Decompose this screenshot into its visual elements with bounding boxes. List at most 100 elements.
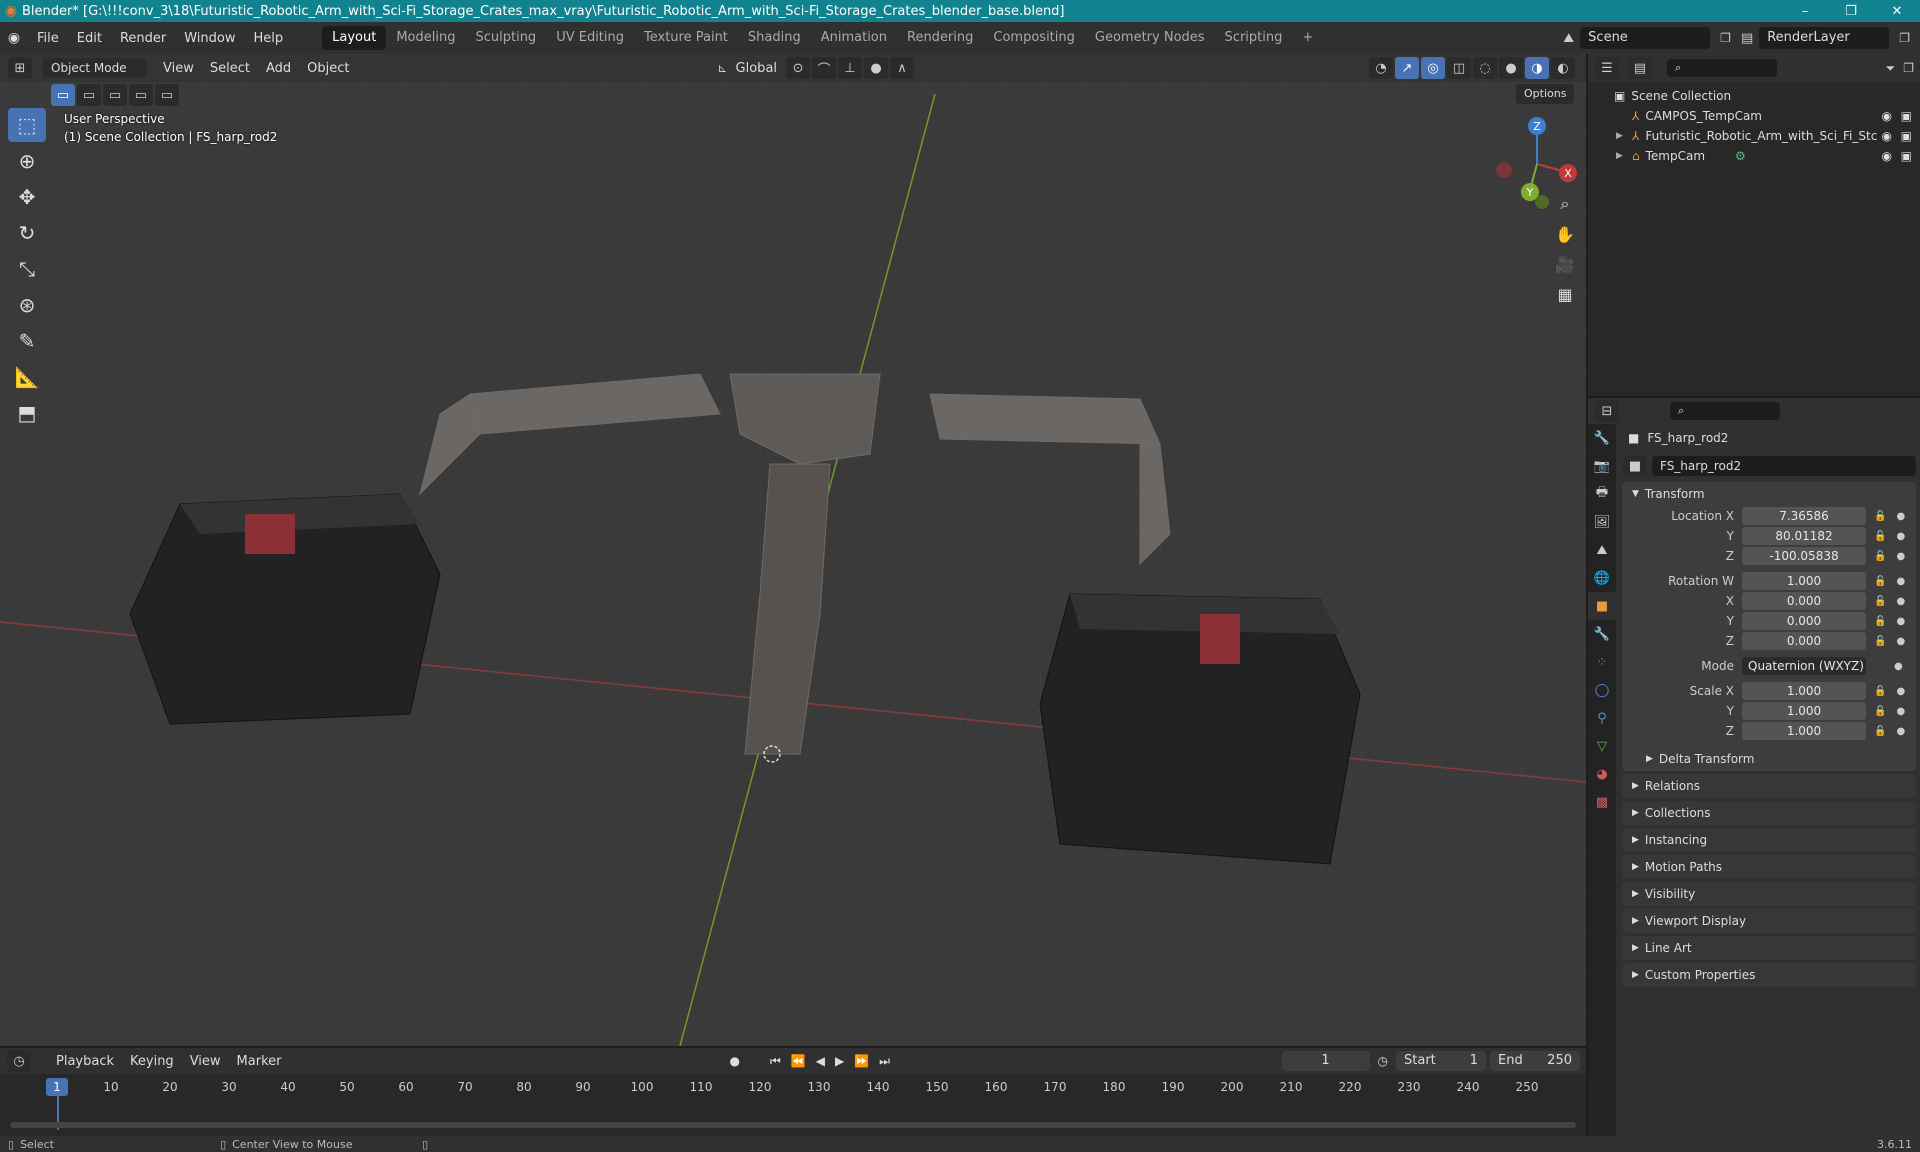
- outliner-search-input[interactable]: ⌕: [1667, 59, 1777, 77]
- scene-icon[interactable]: ⛰: [1563, 31, 1574, 46]
- keyframe-dot-icon[interactable]: ●: [1896, 551, 1905, 562]
- snap-target-icon[interactable]: ⊥: [838, 57, 863, 79]
- select-subtract-icon[interactable]: ▭: [103, 84, 127, 106]
- rotation-w-field[interactable]: 1.000: [1742, 572, 1866, 590]
- location-z-field[interactable]: -100.05838: [1742, 547, 1866, 565]
- move-icon[interactable]: ✥: [8, 180, 46, 214]
- scale-x-field[interactable]: 1.000: [1742, 682, 1866, 700]
- rendered-shading-icon[interactable]: ◐: [1551, 57, 1575, 79]
- menu-view[interactable]: View: [182, 1054, 229, 1069]
- lock-icon[interactable]: 🔓: [1874, 531, 1886, 542]
- texture-tab-icon[interactable]: ▩: [1588, 788, 1616, 816]
- pan-hand-icon[interactable]: ✋: [1550, 220, 1580, 248]
- close-button[interactable]: ✕: [1874, 0, 1920, 22]
- rotation-mode-dropdown[interactable]: Quaternion (WXYZ): [1742, 657, 1866, 675]
- menu-marker[interactable]: Marker: [229, 1054, 290, 1069]
- menu-playback[interactable]: Playback: [48, 1054, 122, 1069]
- tab-layout[interactable]: Layout: [322, 26, 387, 50]
- play-icon[interactable]: ▶: [835, 1054, 844, 1068]
- viewport-display-panel[interactable]: ▶ Viewport Display: [1622, 909, 1916, 933]
- keyframe-dot-icon[interactable]: ●: [1896, 511, 1905, 522]
- new-scene-icon[interactable]: ❐: [1720, 31, 1731, 45]
- select-intersect-icon[interactable]: ▭: [155, 84, 179, 106]
- options-dropdown[interactable]: Options: [1516, 84, 1575, 104]
- tab-compositing[interactable]: Compositing: [983, 26, 1085, 50]
- material-shading-icon[interactable]: ◑: [1525, 57, 1549, 79]
- scale-y-field[interactable]: 1.000: [1742, 702, 1866, 720]
- location-y-field[interactable]: 80.01182: [1742, 527, 1866, 545]
- outliner-editor-icon[interactable]: ☰: [1595, 57, 1619, 79]
- tab-rendering[interactable]: Rendering: [897, 26, 983, 50]
- menu-edit[interactable]: Edit: [68, 31, 111, 46]
- visibility-panel[interactable]: ▶ Visibility: [1622, 882, 1916, 906]
- location-x-field[interactable]: 7.36586: [1742, 507, 1866, 525]
- data-tab-icon[interactable]: ▽: [1588, 732, 1616, 760]
- menu-object[interactable]: Object: [299, 61, 357, 76]
- timeline-editor-icon[interactable]: ◷: [7, 1050, 31, 1072]
- render-camera-icon[interactable]: ▣: [1901, 149, 1912, 163]
- next-keyframe-icon[interactable]: ⏩: [854, 1054, 869, 1068]
- orientation-icon[interactable]: ⊾: [717, 61, 727, 75]
- tab-geometry-nodes[interactable]: Geometry Nodes: [1085, 26, 1215, 50]
- lock-icon[interactable]: 🔓: [1874, 706, 1886, 717]
- line-art-panel[interactable]: ▶ Line Art: [1622, 936, 1916, 960]
- object-tab-icon[interactable]: ■: [1588, 592, 1616, 620]
- delta-transform-header[interactable]: ▶ Delta Transform: [1622, 747, 1916, 771]
- view-layer-selector[interactable]: RenderLayer: [1759, 27, 1890, 49]
- view-layer-icon[interactable]: ▤: [1741, 31, 1753, 46]
- collections-panel[interactable]: ▶ Collections: [1622, 801, 1916, 825]
- rotation-x-field[interactable]: 0.000: [1742, 592, 1866, 610]
- menu-view[interactable]: View: [155, 61, 202, 76]
- lock-icon[interactable]: 🔓: [1874, 636, 1886, 647]
- outliner-row-robotic-arm[interactable]: ▶ ⅄ Futuristic_Robotic_Arm_with_Sci_Fi_S…: [1588, 126, 1920, 146]
- new-layer-icon[interactable]: ❐: [1899, 31, 1910, 45]
- preview-range-icon[interactable]: ◷: [1378, 1054, 1388, 1068]
- keyframe-dot-icon[interactable]: ●: [1896, 636, 1905, 647]
- minimize-button[interactable]: –: [1782, 0, 1828, 22]
- rotation-y-field[interactable]: 0.000: [1742, 612, 1866, 630]
- mode-selector[interactable]: Object Mode: [43, 58, 147, 78]
- annotate-icon[interactable]: ✎: [8, 324, 46, 358]
- transform-icon[interactable]: ⊛: [8, 288, 46, 322]
- end-frame-field[interactable]: End 250: [1490, 1051, 1580, 1071]
- add-cube-icon[interactable]: ⬒: [8, 396, 46, 430]
- display-mode-icon[interactable]: ▤: [1628, 57, 1652, 79]
- filter-icon[interactable]: ⏷: [1886, 61, 1896, 76]
- eye-icon[interactable]: ◉: [1882, 109, 1892, 123]
- custom-properties-panel[interactable]: ▶ Custom Properties: [1622, 963, 1916, 987]
- lock-icon[interactable]: 🔓: [1874, 511, 1886, 522]
- wireframe-shading-icon[interactable]: ◌: [1473, 57, 1497, 79]
- keyframe-dot-icon[interactable]: ●: [1896, 686, 1905, 697]
- menu-render[interactable]: Render: [111, 31, 175, 46]
- relations-panel[interactable]: ▶ Relations: [1622, 774, 1916, 798]
- outliner-row-scene-collection[interactable]: ▣ Scene Collection: [1588, 86, 1920, 106]
- rotate-icon[interactable]: ↻: [8, 216, 46, 250]
- eye-icon[interactable]: ◉: [1882, 149, 1892, 163]
- material-tab-icon[interactable]: ◕: [1588, 760, 1616, 788]
- render-camera-icon[interactable]: ▣: [1901, 109, 1912, 123]
- new-collection-icon[interactable]: ❐: [1903, 61, 1914, 75]
- lock-icon[interactable]: 🔓: [1874, 551, 1886, 562]
- xray-icon[interactable]: ◫: [1447, 57, 1471, 79]
- scene-selector[interactable]: Scene: [1580, 27, 1711, 49]
- prev-keyframe-icon[interactable]: ⏪: [791, 1054, 806, 1068]
- maximize-button[interactable]: ❐: [1828, 0, 1874, 22]
- 3d-viewport[interactable]: ⊞ Object Mode View Select Add Object ⊾ G…: [0, 54, 1586, 1046]
- scale-icon[interactable]: ⤡: [8, 252, 46, 286]
- tab-texture-paint[interactable]: Texture Paint: [634, 26, 738, 50]
- measure-icon[interactable]: 📐: [8, 360, 46, 394]
- instancing-panel[interactable]: ▶ Instancing: [1622, 828, 1916, 852]
- expand-arrow-icon[interactable]: ▶: [1616, 151, 1632, 161]
- motion-paths-panel[interactable]: ▶ Motion Paths: [1622, 855, 1916, 879]
- render-camera-icon[interactable]: ▣: [1901, 129, 1912, 143]
- jump-start-icon[interactable]: ⏮: [770, 1054, 781, 1069]
- lock-icon[interactable]: 🔓: [1874, 686, 1886, 697]
- editor-type-icon[interactable]: ⊞: [8, 57, 32, 79]
- outliner-row-campos[interactable]: ⅄ CAMPOS_TempCam ◉ ▣: [1588, 106, 1920, 126]
- eye-icon[interactable]: ◉: [1882, 129, 1892, 143]
- tool-tab-icon[interactable]: 🔧: [1588, 424, 1616, 452]
- transform-header[interactable]: ▼ Transform: [1622, 482, 1916, 506]
- snap-icon[interactable]: ⌒: [812, 57, 837, 79]
- properties-editor-icon[interactable]: ⊟: [1595, 400, 1619, 422]
- select-new-icon[interactable]: ▭: [51, 84, 75, 106]
